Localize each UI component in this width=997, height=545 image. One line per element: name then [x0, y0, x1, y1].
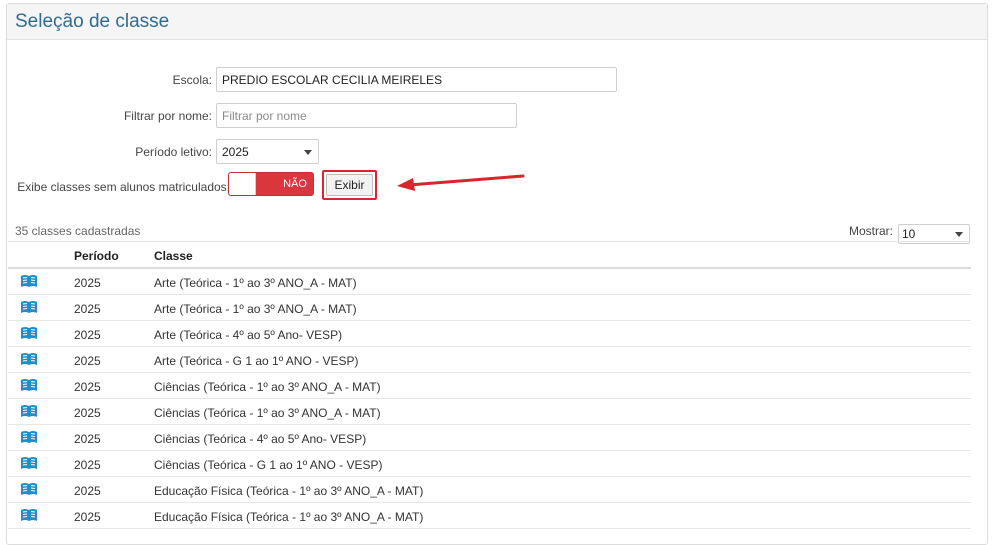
row-periodo: 2025 — [74, 510, 101, 524]
row-classe: Ciências (Teórica - G 1 ao 1º ANO - VESP… — [154, 458, 383, 472]
exibir-button[interactable]: Exibir — [326, 174, 373, 196]
open-book-icon[interactable] — [20, 404, 38, 421]
escola-field[interactable]: PREDIO ESCOLAR CECILIA MEIRELES — [216, 67, 617, 92]
table-row[interactable]: 2025 Arte (Teórica - 1º ao 3º ANO_A - MAT… — [8, 269, 971, 295]
mostrar-value: 10 — [902, 227, 916, 241]
chevron-down-icon — [955, 232, 963, 237]
chevron-down-icon — [304, 149, 312, 155]
table-row[interactable]: 2025 Educação Física (Teórica - 1º ao 3º … — [8, 503, 971, 529]
open-book-icon[interactable] — [20, 378, 38, 395]
row-periodo: 2025 — [74, 328, 101, 342]
filtro-input[interactable]: Filtrar por nome — [216, 103, 517, 128]
table-row[interactable]: 2025 Arte (Teórica - 1º ao 3º ANO_A - MAT… — [8, 295, 971, 321]
row-periodo: 2025 — [74, 432, 101, 446]
open-book-icon[interactable] — [20, 352, 38, 369]
toggle-state-text: NÃO — [283, 178, 307, 190]
row-classe: Ciências (Teórica - 4º ao 5º Ano- VESP) — [154, 432, 367, 446]
table-row[interactable]: 2025 Educação Física (Teórica - 1º ao 3º … — [8, 477, 971, 503]
open-book-icon[interactable] — [20, 430, 38, 447]
table-row[interactable]: 2025 Ciências (Teórica - 4º ao 5º Ano- VE… — [8, 425, 971, 451]
row-periodo: 2025 — [74, 484, 101, 498]
toggle-knob — [229, 173, 256, 195]
table-row[interactable]: 2025 Arte (Teórica - G 1 ao 1º ANO - VESP… — [8, 347, 971, 373]
col-periodo[interactable]: Período — [74, 249, 119, 263]
periodo-value: 2025 — [222, 144, 249, 159]
classes-table: Período Classe 2025 Arte (Teórica - 1º ao… — [8, 241, 971, 529]
escola-value: PREDIO ESCOLAR CECILIA MEIRELES — [222, 72, 443, 87]
row-classe: Arte (Teórica - 4º ao 5º Ano- VESP) — [154, 328, 343, 342]
row-classe: Educação Física (Teórica - 1º ao 3º ANO_… — [154, 484, 424, 498]
open-book-icon[interactable] — [20, 326, 38, 343]
col-classe[interactable]: Classe — [154, 249, 193, 263]
row-periodo: 2025 — [74, 406, 101, 420]
row-periodo: 2025 — [74, 354, 101, 368]
panel-header: Seleção de classe — [7, 4, 987, 40]
row-periodo: 2025 — [74, 302, 101, 316]
row-classe: Ciências (Teórica - 1º ao 3º ANO_A - MAT… — [154, 406, 381, 420]
row-classe: Educação Física (Teórica - 1º ao 3º ANO_… — [154, 510, 424, 524]
open-book-icon[interactable] — [20, 482, 38, 499]
row-classe: Arte (Teórica - G 1 ao 1º ANO - VESP) — [154, 354, 359, 368]
table-header: Período Classe — [8, 241, 971, 269]
row-classe: Arte (Teórica - 1º ao 3º ANO_A - MAT) — [154, 302, 357, 316]
exibir-highlight: Exibir — [322, 170, 377, 200]
open-book-icon[interactable] — [20, 508, 38, 525]
row-periodo: 2025 — [74, 380, 101, 394]
page-title: Seleção de classe — [15, 11, 170, 32]
exibe-label: Exibe classes sem alunos matriculados: — [17, 180, 230, 194]
class-count: 35 classes cadastradas — [15, 224, 141, 238]
exibe-toggle[interactable]: NÃO — [228, 172, 314, 196]
filtro-placeholder: Filtrar por nome — [222, 108, 307, 123]
table-row[interactable]: 2025 Ciências (Teórica - 1º ao 3º ANO_A -… — [8, 373, 971, 399]
escola-label: Escola: — [172, 73, 212, 87]
table-row[interactable]: 2025 Arte (Teórica - 4º ao 5º Ano- VESP) — [8, 321, 971, 347]
open-book-icon[interactable] — [20, 300, 38, 317]
row-classe: Ciências (Teórica - 1º ao 3º ANO_A - MAT… — [154, 380, 381, 394]
mostrar-label: Mostrar: — [849, 224, 894, 238]
table-row[interactable]: 2025 Ciências (Teórica - G 1 ao 1º ANO - … — [8, 451, 971, 477]
arrow-icon — [397, 174, 525, 191]
row-classe: Arte (Teórica - 1º ao 3º ANO_A - MAT) — [154, 276, 357, 290]
open-book-icon[interactable] — [20, 274, 38, 291]
filtro-label: Filtrar por nome: — [123, 109, 212, 123]
periodo-select[interactable]: 2025 — [216, 139, 319, 164]
table-row[interactable]: 2025 Ciências (Teórica - 1º ao 3º ANO_A -… — [8, 399, 971, 425]
periodo-label: Período letivo: — [135, 145, 212, 159]
open-book-icon[interactable] — [20, 456, 38, 473]
row-periodo: 2025 — [74, 458, 101, 472]
row-periodo: 2025 — [74, 276, 101, 290]
